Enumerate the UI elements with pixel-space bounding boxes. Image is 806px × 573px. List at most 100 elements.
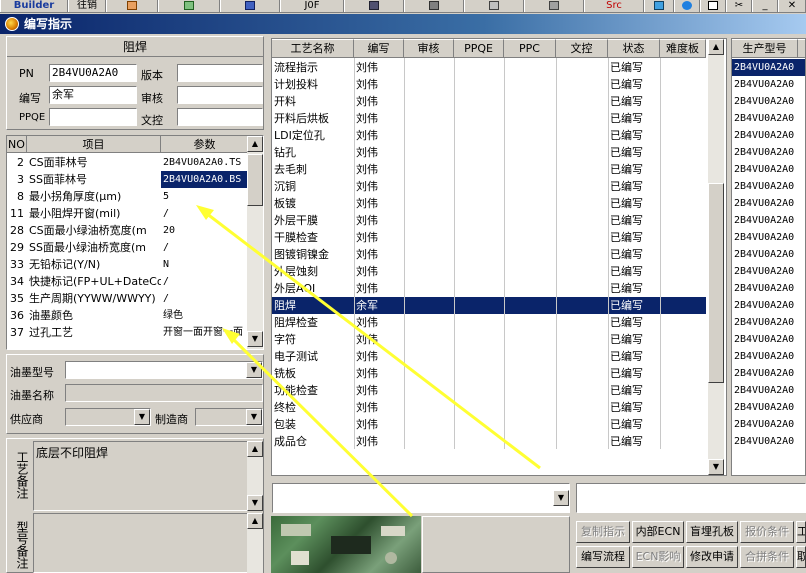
table-row[interactable]: 流程指示 刘伟 已编写 [272, 59, 706, 76]
process-author[interactable]: 刘伟 [354, 314, 404, 331]
process-status[interactable]: 已编写 [608, 246, 660, 263]
process-author[interactable]: 刘伟 [354, 229, 404, 246]
doc-control-field[interactable] [177, 108, 263, 126]
process-name[interactable]: 功能检查 [272, 382, 354, 399]
param-item[interactable]: SS面最小绿油桥宽度(m [27, 239, 161, 256]
param-value[interactable]: 20 [161, 222, 247, 239]
toolbar-cut-button[interactable]: ✂ [726, 0, 752, 12]
ink-name-field[interactable] [65, 384, 263, 402]
process-status[interactable]: 已编写 [608, 416, 660, 433]
scroll-up-icon[interactable]: ▲ [247, 513, 263, 529]
process-author[interactable]: 刘伟 [354, 110, 404, 127]
process-name[interactable]: LDI定位孔 [272, 127, 354, 144]
list-item[interactable]: 2B4VU0A2A0 [732, 416, 805, 433]
table-row[interactable]: 终检 刘伟 已编写 [272, 399, 706, 416]
process-author[interactable]: 刘伟 [354, 127, 404, 144]
process-name[interactable]: 开料 [272, 93, 354, 110]
param-value[interactable]: 绿色 [161, 307, 247, 324]
process-author[interactable]: 刘伟 [354, 59, 404, 76]
toolbar-doc-button[interactable] [464, 0, 524, 12]
remark-scrollbar[interactable]: ▲ ▼ [247, 441, 263, 511]
process-status[interactable]: 已编写 [608, 263, 660, 280]
param-value[interactable]: / [161, 205, 247, 222]
table-row[interactable]: 开料 刘伟 已编写 [272, 93, 706, 110]
process-name[interactable]: 电子测试 [272, 348, 354, 365]
process-author[interactable]: 刘伟 [354, 93, 404, 110]
toolbar-word-button[interactable] [220, 0, 280, 12]
table-row[interactable]: 外层干膜 刘伟 已编写 [272, 212, 706, 229]
table-row[interactable]: 包装 刘伟 已编写 [272, 416, 706, 433]
table-row[interactable]: 图镀铜镍金 刘伟 已编写 [272, 246, 706, 263]
table-row[interactable]: 干膜检查 刘伟 已编写 [272, 229, 706, 246]
builder-button[interactable]: Builder [0, 0, 68, 12]
list-item[interactable]: 2B4VU0A2A0 [732, 365, 805, 382]
list-item[interactable]: 2B4VU0A2A0 [732, 229, 805, 246]
table-row[interactable]: 阻焊检查 刘伟 已编写 [272, 314, 706, 331]
chevron-down-icon[interactable]: ▼ [553, 490, 569, 506]
chevron-down-icon[interactable]: ▼ [246, 362, 262, 378]
scroll-thumb[interactable] [708, 183, 724, 383]
scroll-down-icon[interactable]: ▼ [247, 331, 263, 347]
list-item[interactable]: 2B4VU0A2A0 [732, 280, 805, 297]
process-name[interactable]: 计划投料 [272, 76, 354, 93]
col-no[interactable]: NO [7, 136, 27, 152]
scroll-thumb[interactable] [247, 154, 263, 206]
process-author[interactable]: 刘伟 [354, 348, 404, 365]
table-row[interactable]: 功能检查 刘伟 已编写 [272, 382, 706, 399]
col-author[interactable]: 编写 [354, 39, 404, 58]
param-item[interactable]: 无铅标记(Y/N) [27, 256, 161, 273]
extra-button-1[interactable]: 工 [796, 521, 806, 543]
copy-instruction-button[interactable]: 复制指示 [576, 521, 630, 543]
process-remark-field[interactable]: 底层不印阻焊 [33, 441, 251, 511]
src-button[interactable]: Src [584, 0, 644, 12]
list-item[interactable]: 2B4VU0A2A0 [732, 399, 805, 416]
param-item[interactable]: SS面菲林号 [27, 171, 161, 188]
table-row[interactable]: 35 生产周期(YYWW/WWYY) / [7, 290, 249, 307]
process-author[interactable]: 刘伟 [354, 399, 404, 416]
process-author[interactable]: 刘伟 [354, 195, 404, 212]
process-author[interactable]: 刘伟 [354, 263, 404, 280]
process-status[interactable]: 已编写 [608, 229, 660, 246]
scroll-up-icon[interactable]: ▲ [247, 441, 263, 457]
process-name[interactable]: 板镀 [272, 195, 354, 212]
list-item[interactable]: 2B4VU0A2A0 [732, 433, 805, 450]
extra-button-2[interactable]: 取 [796, 546, 806, 568]
table-row[interactable]: 成品仓 刘伟 已编写 [272, 433, 706, 450]
table-row[interactable]: 33 无铅标记(Y/N) N [7, 256, 249, 273]
pn-field[interactable]: 2B4VU0A2A0 [49, 64, 137, 82]
process-author[interactable]: 刘伟 [354, 144, 404, 161]
param-no[interactable]: 8 [7, 188, 27, 205]
param-no[interactable]: 11 [7, 205, 27, 222]
param-value[interactable]: 2B4VU0A2A0.BS [161, 171, 247, 188]
process-name[interactable]: 终检 [272, 399, 354, 416]
table-row[interactable]: 37 过孔工艺 开窗一面开窗一面 [7, 324, 249, 341]
table-row[interactable]: 外层蚀刻 刘伟 已编写 [272, 263, 706, 280]
chevron-down-icon[interactable]: ▼ [246, 409, 262, 425]
table-row[interactable]: 34 快捷标记(FP+UL+DateCo / [7, 273, 249, 290]
toolbar-print-button[interactable] [524, 0, 584, 12]
col-status[interactable]: 状态 [608, 39, 660, 58]
param-value[interactable]: / [161, 273, 247, 290]
list-item[interactable]: 2B4VU0A2A0 [732, 195, 805, 212]
param-value[interactable]: 2B4VU0A2A0.TS [161, 154, 247, 171]
process-name[interactable]: 图镀铜镍金 [272, 246, 354, 263]
process-status[interactable]: 已编写 [608, 348, 660, 365]
scroll-down-icon[interactable]: ▼ [708, 459, 724, 475]
process-author[interactable]: 刘伟 [354, 246, 404, 263]
process-author[interactable]: 刘伟 [354, 280, 404, 297]
list-item[interactable]: 2B4VU0A2A0 [732, 93, 805, 110]
model-remark-field[interactable] [33, 513, 251, 573]
table-row[interactable]: 29 SS面最小绿油桥宽度(m / [7, 239, 249, 256]
toolbar-image-button[interactable] [106, 0, 158, 12]
param-no[interactable]: 37 [7, 324, 27, 341]
process-name[interactable]: 铣板 [272, 365, 354, 382]
scroll-up-icon[interactable]: ▲ [708, 39, 724, 55]
list-item[interactable]: 2B4VU0A2A0 [732, 348, 805, 365]
ppqe-field[interactable] [49, 108, 137, 126]
process-name[interactable]: 包装 [272, 416, 354, 433]
list-item[interactable]: 2B4VU0A2A0 [732, 76, 805, 93]
table-row[interactable]: 开料后烘板 刘伟 已编写 [272, 110, 706, 127]
param-value[interactable]: / [161, 239, 247, 256]
review-field[interactable] [177, 86, 263, 104]
list-item[interactable]: 2B4VU0A2A0 [732, 178, 805, 195]
